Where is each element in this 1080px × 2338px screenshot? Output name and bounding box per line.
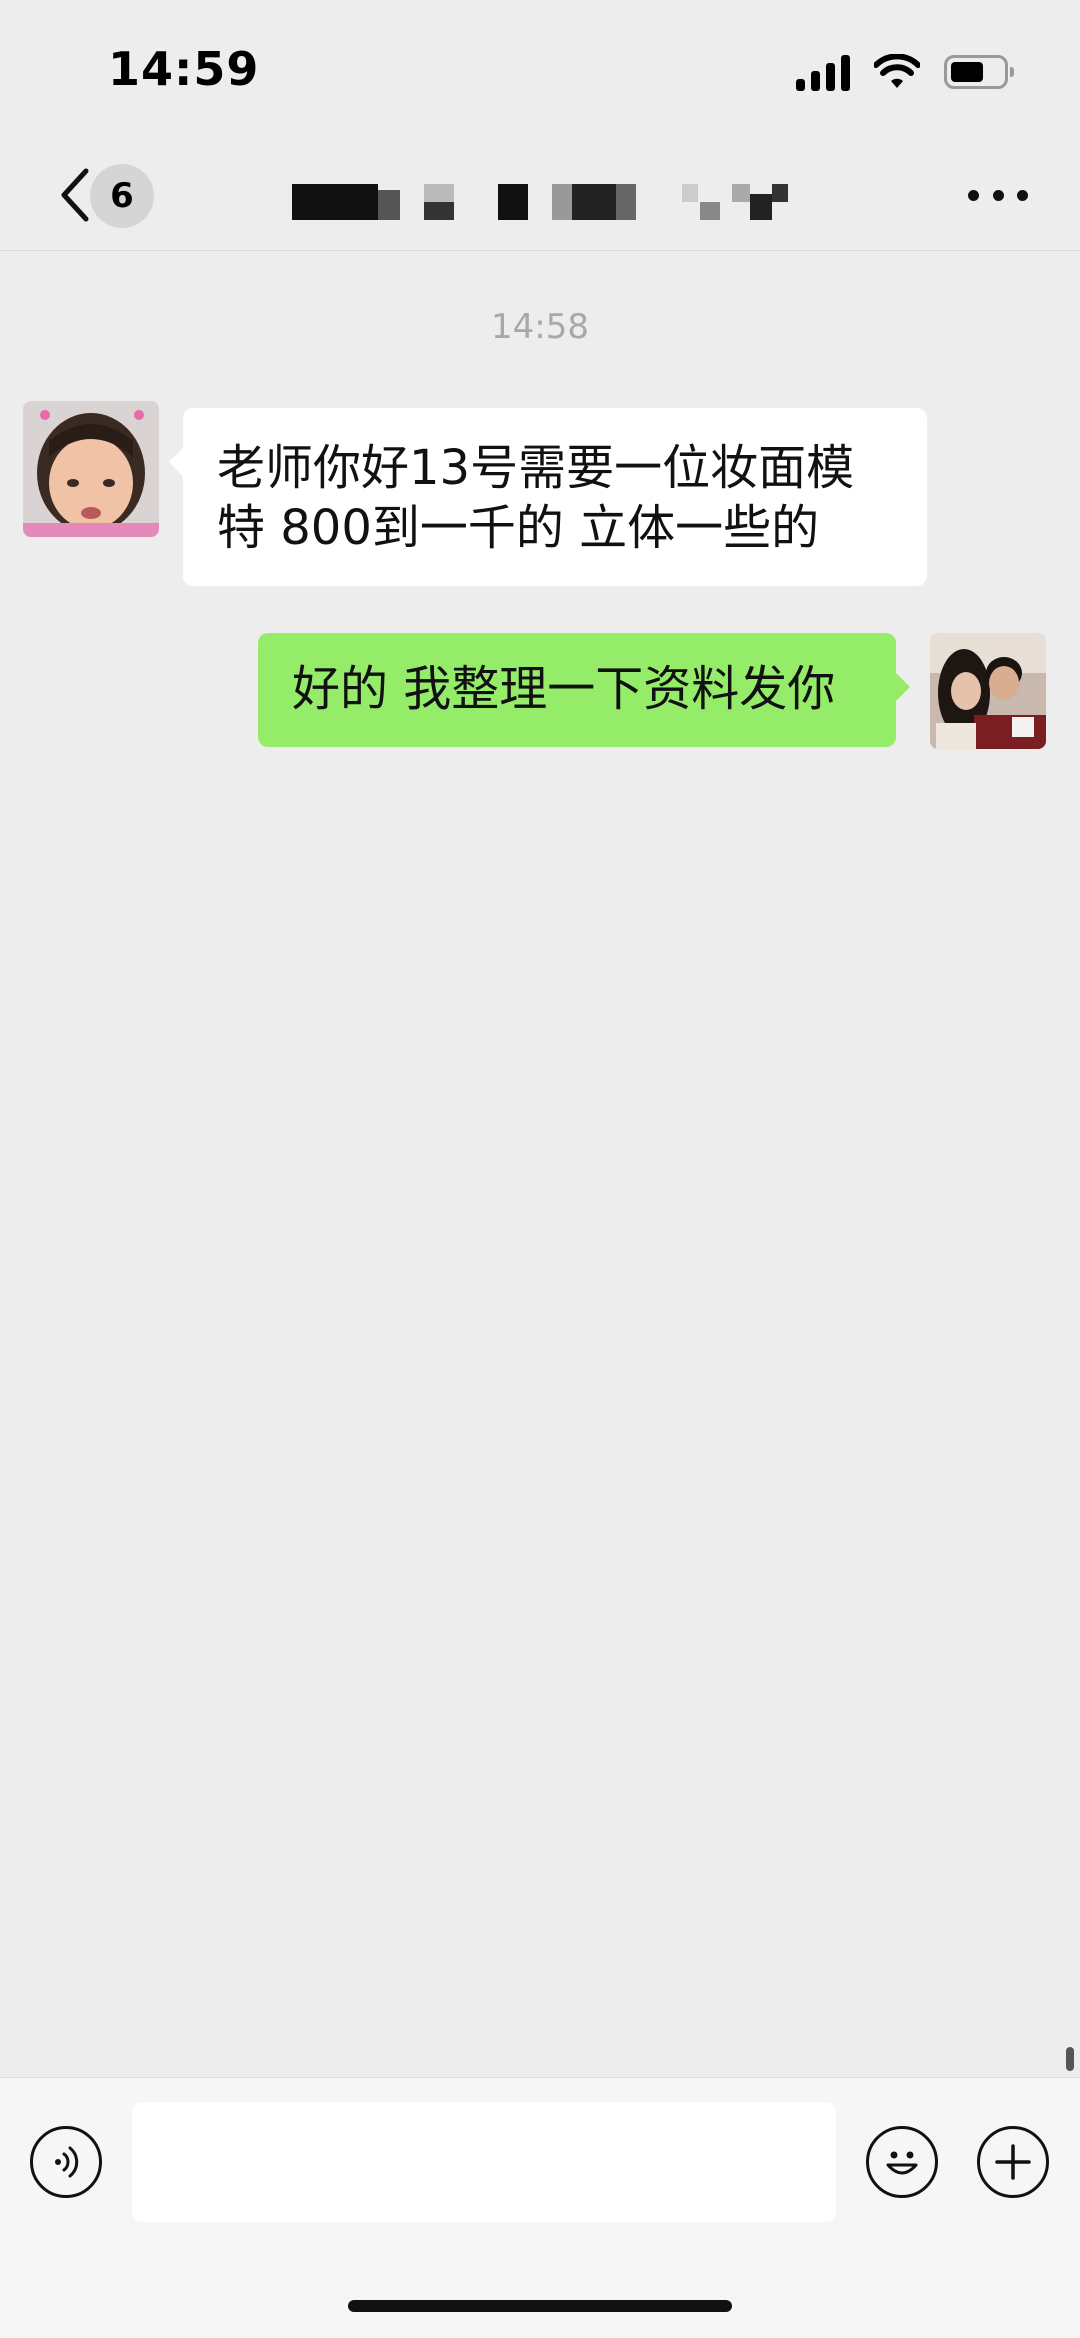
voice-button[interactable] [30,2126,102,2198]
battery-level [951,62,983,82]
message-input[interactable] [132,2102,836,2222]
child-portrait-image [23,401,159,537]
scroll-indicator[interactable] [1066,2047,1074,2071]
emoji-icon [886,2151,918,2175]
home-indicator[interactable] [348,2300,732,2312]
unread-count-badge[interactable]: 6 [90,164,154,228]
wifi-icon [874,54,920,88]
add-button[interactable] [977,2126,1049,2198]
chat-header: 6 [0,140,1080,251]
status-icons [796,50,1014,94]
couple-photo-image [930,633,1046,749]
my-avatar[interactable] [930,633,1046,749]
message-timestamp: 14:58 [491,307,589,347]
more-dots-icon [968,189,979,201]
sent-message-bubble[interactable]: 好的 我整理一下资料发你 [258,633,910,747]
received-message-bubble[interactable]: 老师你好13号需要一位妆面模 特 800到一千的 立体一些的 [169,408,927,586]
message-text-line: 好的 我整理一下资料发你 [292,661,836,717]
contact-avatar[interactable] [23,401,159,537]
voice-icon [55,2146,79,2178]
signal-icon [796,53,850,91]
status-bar: 14:59 [0,0,1080,140]
message-input-bar [0,2077,1080,2338]
more-button[interactable] [968,180,1028,210]
status-time: 14:59 [108,42,260,96]
chat-messages[interactable]: 14:58 老师你好13号需要一位妆面模 特 800到一千的 立体一些的 好的 … [0,251,1080,2077]
chevron-left-icon [61,168,89,222]
message-text-line: 特 800到一千的 立体一些的 [217,500,820,556]
message-text-line: 老师你好13号需要一位妆面模 [217,440,855,496]
chat-title-redacted[interactable] [292,184,812,224]
plus-icon [995,2144,1031,2180]
emoji-button[interactable] [866,2126,938,2198]
battery-icon [944,55,1014,89]
